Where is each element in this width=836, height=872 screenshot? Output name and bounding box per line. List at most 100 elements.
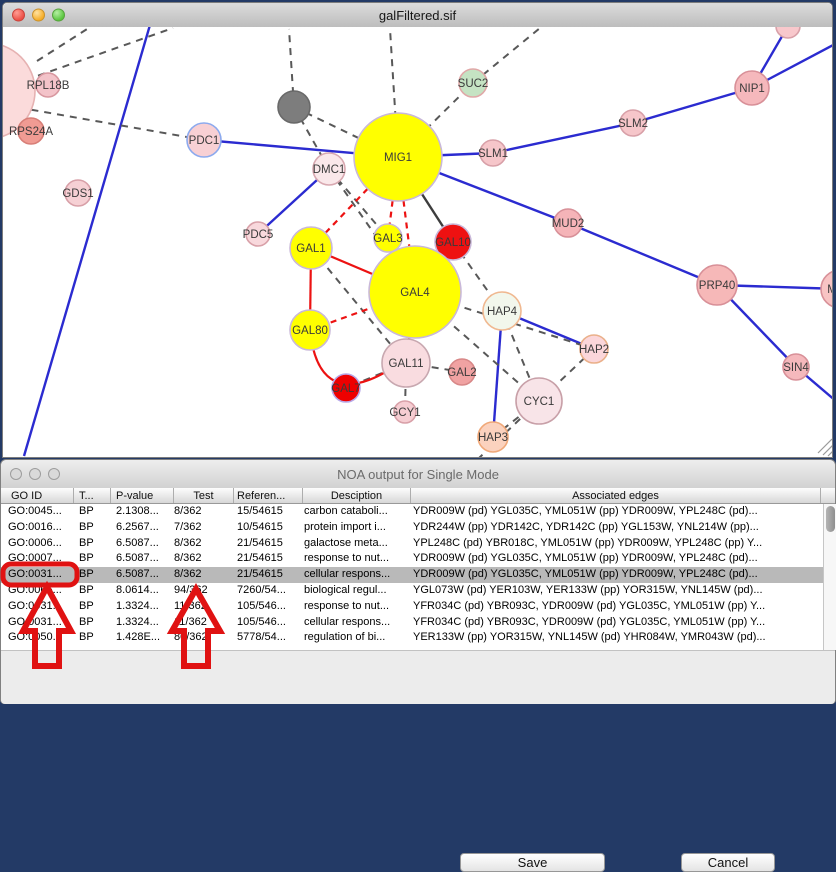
table-cell: 7260/54... [234, 583, 303, 599]
graph-node[interactable] [776, 27, 800, 38]
table-cell: YPL248C (pd) YBR018C, YML051W (pp) YDR00… [411, 536, 823, 552]
table-cell: 8.0614... [111, 583, 174, 599]
graph-node-label: PRP40 [699, 280, 735, 292]
table-header: GO IDT...P-valueTestReferen...Desciption… [1, 488, 835, 504]
results-table[interactable]: GO:0045...BP2.1308...8/36215/54615carbon… [1, 504, 823, 650]
network-canvas[interactable]: RPL18BRPS24AGDS1PDC1PDC5MIG1SUC2SLM1DMC1… [3, 27, 832, 457]
resize-grip [828, 450, 832, 456]
table-cell: response to nut... [303, 551, 411, 567]
minimize-button[interactable] [32, 9, 45, 22]
table-cell: 11/362 [174, 599, 234, 615]
table-cell: 6.5087... [111, 536, 174, 552]
vertical-scrollbar[interactable] [823, 504, 836, 650]
column-header-5[interactable]: Desciption [303, 488, 411, 503]
table-cell: YFR034C (pd) YBR093C, YDR009W (pd) YGL03… [411, 615, 823, 631]
table-cell: YDR009W (pd) YGL035C, YML051W (pp) YDR00… [411, 504, 823, 520]
table-cell: GO:0007... [1, 551, 74, 567]
graph-edge [37, 27, 131, 61]
table-row[interactable]: GO:0050...BP1.428E...80/3625778/54...reg… [1, 630, 823, 646]
table-cell: 21/54615 [234, 536, 303, 552]
column-header-2[interactable]: P-value [111, 488, 174, 503]
column-header-0[interactable]: GO ID [1, 488, 74, 503]
table-cell: carbon cataboli... [303, 504, 411, 520]
graph-node-label: GAL4 [400, 287, 430, 299]
table-cell: galactose meta... [303, 536, 411, 552]
noa-window-titlebar[interactable]: NOA output for Single Mode [1, 460, 835, 489]
table-row[interactable]: GO:0065...BP8.0614...94/3627260/54...bio… [1, 583, 823, 599]
table-cell: 105/546... [234, 615, 303, 631]
column-header-6[interactable]: Associated edges [411, 488, 821, 503]
graph-node[interactable] [278, 91, 310, 123]
table-cell: 8/362 [174, 567, 234, 583]
save-button[interactable]: Save [460, 853, 605, 872]
column-header-1[interactable]: T... [74, 488, 111, 503]
graph-edge [633, 88, 752, 123]
cancel-button[interactable]: Cancel [681, 853, 775, 872]
graph-node-label: GAL80 [292, 325, 328, 337]
noa-footer: Save Cancel [1, 650, 835, 704]
traffic-lights-inactive [10, 468, 60, 480]
table-cell: protein import i... [303, 520, 411, 536]
table-cell: 80/362 [174, 630, 234, 646]
table-row[interactable]: GO:0045...BP2.1308...8/36215/54615carbon… [1, 504, 823, 520]
table-cell: 6.5087... [111, 551, 174, 567]
graph-node-label: CYC1 [524, 396, 555, 408]
close-button[interactable] [12, 9, 25, 22]
graph-node-label: PDC5 [243, 229, 274, 241]
table-row[interactable]: GO:0006...BP6.5087...8/36221/54615galact… [1, 536, 823, 552]
table-cell: YDR009W (pd) YGL035C, YML051W (pp) YDR00… [411, 567, 823, 583]
table-cell: response to nut... [303, 599, 411, 615]
column-header-4[interactable]: Referen... [234, 488, 303, 503]
table-cell: 11/362 [174, 615, 234, 631]
table-cell: GO:0045... [1, 504, 74, 520]
graph-node-label: SIN4 [783, 362, 809, 374]
graph-node-label: PDC1 [189, 135, 220, 147]
table-cell: GO:0031... [1, 599, 74, 615]
graph-node-label: RPL18B [27, 80, 70, 92]
graph-node-label: GAL10 [435, 237, 471, 249]
minimize-button[interactable] [29, 468, 41, 480]
table-cell: 94/362 [174, 583, 234, 599]
table-cell: 21/54615 [234, 551, 303, 567]
table-cell: 5778/54... [234, 630, 303, 646]
scrollbar-thumb[interactable] [826, 506, 835, 532]
table-cell: 7/362 [174, 520, 234, 536]
close-button[interactable] [10, 468, 22, 480]
table-cell: YDR244W (pp) YDR142C, YDR142C (pp) YGL15… [411, 520, 823, 536]
graph-node-label: HAP4 [487, 306, 518, 318]
table-cell: 15/54615 [234, 504, 303, 520]
graph-edge [568, 223, 717, 285]
graph-node-label: GAL11 [389, 358, 424, 370]
table-cell: GO:0006... [1, 536, 74, 552]
table-cell: BP [74, 615, 111, 631]
graph-node-label: SUC2 [458, 78, 489, 90]
graph-node-label: MSN [827, 284, 832, 296]
zoom-button[interactable] [48, 468, 60, 480]
table-cell: 6.2567... [111, 520, 174, 536]
table-cell: GO:0065... [1, 583, 74, 599]
table-cell: GO:0016... [1, 520, 74, 536]
table-row[interactable]: GO:0016...BP6.2567...7/36210/54615protei… [1, 520, 823, 536]
graph-node-label: GAL2 [447, 367, 476, 379]
graph-window-title: galFiltered.sif [379, 8, 456, 23]
table-cell: YFR034C (pd) YBR093C, YDR009W (pd) YGL03… [411, 599, 823, 615]
table-cell: 8/362 [174, 551, 234, 567]
table-cell: BP [74, 520, 111, 536]
table-row[interactable]: GO:0031...BP1.3324...11/362105/546...cel… [1, 615, 823, 631]
graph-window-titlebar[interactable]: galFiltered.sif [3, 3, 832, 28]
graph-node-label: DMC1 [313, 164, 346, 176]
table-cell: 21/54615 [234, 567, 303, 583]
graph-node-label: MIG1 [384, 152, 412, 164]
table-row[interactable]: GO:0007...BP6.5087...8/36221/54615respon… [1, 551, 823, 567]
table-cell: 105/546... [234, 599, 303, 615]
table-cell: 1.3324... [111, 615, 174, 631]
table-row[interactable]: GO:0031...BP1.3324...11/362105/546...res… [1, 599, 823, 615]
table-row[interactable]: GO:0031...BP6.5087...8/36221/54615cellul… [1, 567, 823, 583]
table-cell: 8/362 [174, 504, 234, 520]
column-header-3[interactable]: Test [174, 488, 234, 503]
zoom-button[interactable] [52, 9, 65, 22]
table-cell: cellular respons... [303, 567, 411, 583]
graph-node-label: HAP2 [579, 344, 609, 356]
table-cell: BP [74, 551, 111, 567]
table-cell: GO:0031... [1, 567, 74, 583]
